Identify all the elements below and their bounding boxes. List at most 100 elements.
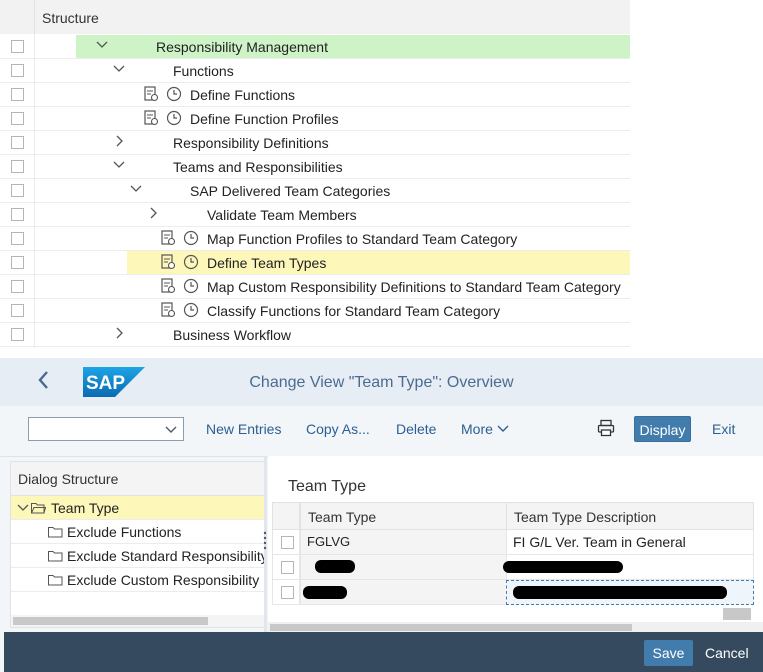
tree-row-label: Validate Team Members	[207, 207, 357, 223]
splitter-grip-icon[interactable]	[263, 530, 267, 550]
row-checkbox[interactable]	[11, 64, 24, 77]
chevron-right-icon[interactable]	[112, 326, 126, 342]
row-checkbox[interactable]	[11, 136, 24, 149]
tree-row-label: Business Workflow	[173, 327, 292, 343]
img-activity-icon[interactable]	[160, 254, 176, 270]
img-activity-icon[interactable]	[160, 230, 176, 246]
tree-row-sap-delivered-team-categories[interactable]: SAP Delivered Team Categories	[0, 179, 630, 203]
row-selector[interactable]	[272, 530, 300, 555]
tree-row-responsibility-definitions[interactable]: Responsibility Definitions	[0, 131, 630, 155]
more-button[interactable]: More	[461, 421, 509, 437]
content-area: Team Type Team Type Team Type Descriptio…	[268, 456, 763, 632]
more-label: More	[461, 421, 493, 437]
tree-row-validate-team-members[interactable]: Validate Team Members	[0, 203, 630, 227]
sap-window: SAP Change View "Team Type": Overview Ne…	[0, 358, 763, 672]
row-checkbox[interactable]	[11, 160, 24, 173]
row-checkbox[interactable]	[11, 40, 24, 53]
img-activity-icon[interactable]	[143, 110, 159, 126]
dialog-item-exclude-functions[interactable]: Exclude Functions	[11, 520, 264, 544]
team-type-cell	[300, 580, 507, 605]
chevron-down-icon[interactable]	[129, 182, 143, 198]
tree-row-label: Responsibility Management	[156, 39, 328, 55]
tree-row-responsibility-management[interactable]: Responsibility Management	[0, 35, 630, 59]
row-selector[interactable]	[272, 555, 300, 580]
team-type-cell: FGLVG	[300, 530, 507, 555]
print-icon[interactable]	[597, 419, 615, 440]
dialog-structure-title: Dialog Structure	[18, 471, 119, 487]
tree-row-classify-functions[interactable]: Classify Functions for Standard Team Cat…	[0, 299, 630, 323]
horizontal-scrollbar[interactable]	[11, 615, 264, 627]
chevron-right-icon[interactable]	[112, 134, 126, 150]
img-activity-icon[interactable]	[160, 302, 176, 318]
save-button[interactable]: Save	[644, 640, 693, 666]
chevron-down-icon[interactable]	[17, 501, 29, 519]
description-cell[interactable]	[506, 580, 754, 605]
dialog-item-label: Team Type	[51, 500, 120, 516]
horizontal-scrollbar[interactable]	[268, 622, 763, 632]
tree-row-define-team-types[interactable]: Define Team Types	[0, 251, 630, 275]
description-cell[interactable]: FI G/L Ver. Team in General	[506, 530, 754, 555]
chevron-down-icon[interactable]	[112, 62, 126, 78]
column-header-team-type-description[interactable]: Team Type Description	[506, 502, 754, 530]
tree-row-business-workflow[interactable]: Business Workflow	[0, 323, 630, 347]
chevron-down-icon[interactable]	[165, 419, 177, 442]
img-activity-icon[interactable]	[160, 278, 176, 294]
row-checkbox[interactable]	[11, 328, 24, 341]
row-selector[interactable]	[272, 580, 300, 605]
row-checkbox[interactable]	[11, 280, 24, 293]
command-select[interactable]	[28, 417, 184, 441]
tree-row-map-function-profiles[interactable]: Map Function Profiles to Standard Team C…	[0, 227, 630, 251]
tree-row-label: Teams and Responsibilities	[173, 159, 343, 175]
row-checkbox[interactable]	[11, 184, 24, 197]
tree-row-label: SAP Delivered Team Categories	[190, 183, 391, 199]
row-checkbox[interactable]	[11, 112, 24, 125]
tree-row-define-functions[interactable]: Define Functions	[0, 83, 630, 107]
tree-row-map-custom-responsibility[interactable]: Map Custom Responsibility Definitions to…	[0, 275, 630, 299]
shell-bar: SAP Change View "Team Type": Overview	[0, 358, 763, 406]
clock-icon[interactable]	[166, 86, 182, 102]
tree-row-label: Define Team Types	[207, 255, 327, 271]
dialog-item-label: Exclude Standard Responsibility	[67, 548, 265, 564]
description-cell[interactable]	[503, 555, 754, 580]
redacted-block	[303, 586, 347, 599]
chevron-down-icon[interactable]	[112, 158, 126, 174]
clock-icon[interactable]	[183, 230, 199, 246]
tree-row-functions[interactable]: Functions	[0, 59, 630, 83]
tree-header-label: Structure	[42, 10, 99, 26]
display-button[interactable]: Display	[634, 416, 691, 442]
row-checkbox[interactable]	[11, 304, 24, 317]
row-checkbox[interactable]	[11, 208, 24, 221]
chevron-down-icon	[497, 421, 509, 437]
redacted-block	[513, 586, 727, 599]
row-checkbox[interactable]	[11, 232, 24, 245]
cancel-button[interactable]: Cancel	[705, 645, 749, 661]
copy-as-button[interactable]: Copy As...	[306, 421, 370, 437]
chevron-right-icon[interactable]	[146, 206, 160, 222]
clock-icon[interactable]	[183, 254, 199, 270]
dialog-item-label: Exclude Functions	[67, 524, 182, 540]
folder-icon	[48, 549, 63, 562]
row-checkbox[interactable]	[11, 256, 24, 269]
exit-button[interactable]: Exit	[712, 421, 735, 437]
select-all-header[interactable]	[272, 502, 300, 530]
dialog-item-exclude-custom-responsibility[interactable]: Exclude Custom Responsibility	[11, 568, 264, 592]
vertical-scroll-thumb[interactable]	[723, 608, 751, 620]
new-entries-button[interactable]: New Entries	[206, 421, 281, 437]
clock-icon[interactable]	[183, 302, 199, 318]
tree-row-label: Map Function Profiles to Standard Team C…	[207, 231, 518, 247]
dialog-item-exclude-standard-responsibility[interactable]: Exclude Standard Responsibility	[11, 544, 264, 568]
chevron-down-icon[interactable]	[95, 38, 109, 54]
delete-button[interactable]: Delete	[396, 421, 436, 437]
img-activity-icon[interactable]	[143, 86, 159, 102]
tree-row-teams-and-responsibilities[interactable]: Teams and Responsibilities	[0, 155, 630, 179]
clock-icon[interactable]	[183, 278, 199, 294]
column-header-team-type[interactable]: Team Type	[300, 502, 507, 530]
folder-icon	[48, 525, 63, 538]
tree-row-define-function-profiles[interactable]: Define Function Profiles	[0, 107, 630, 131]
dialog-item-team-type[interactable]: Team Type	[11, 496, 264, 520]
structure-tree: Structure Responsibility Management Func…	[0, 0, 630, 348]
row-checkbox[interactable]	[11, 88, 24, 101]
clock-icon[interactable]	[166, 110, 182, 126]
tree-row-label: Define Functions	[190, 87, 296, 103]
open-folder-icon	[31, 501, 47, 514]
